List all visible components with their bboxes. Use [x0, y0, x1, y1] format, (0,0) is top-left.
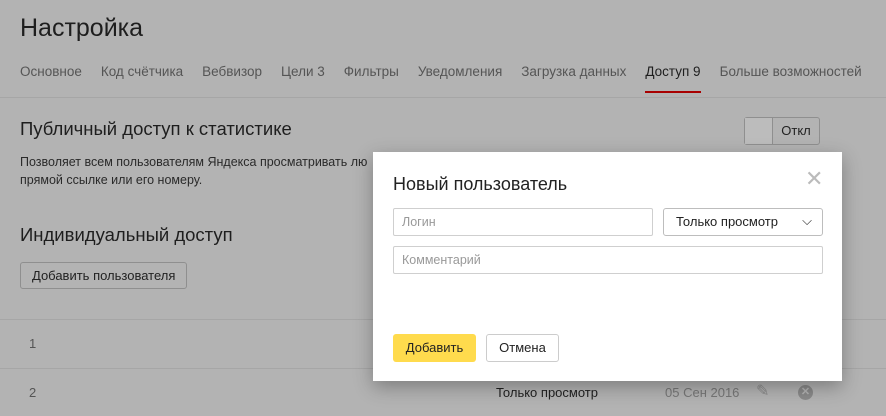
chevron-down-icon: ⌵ [802, 213, 812, 228]
edit-pencil-icon[interactable]: ✎ [756, 381, 769, 401]
login-input[interactable]: Логин [393, 208, 653, 236]
divider [0, 97, 886, 98]
close-icon[interactable]: ✕ [805, 168, 823, 190]
public-access-toggle[interactable]: Откл [744, 117, 820, 145]
public-access-heading: Публичный доступ к статистике [20, 118, 292, 139]
add-user-button[interactable]: Добавить пользователя [20, 262, 188, 289]
modal-title: Новый пользователь [393, 174, 568, 194]
access-level-value: Только просмотр [676, 214, 778, 229]
tab-counter-code[interactable]: Код счётчика [101, 64, 183, 93]
row-number: 1 [29, 336, 37, 351]
tab-notifications[interactable]: Уведомления [418, 64, 502, 93]
tab-data-upload[interactable]: Загрузка данных [521, 64, 626, 93]
tab-access[interactable]: Доступ 9 [645, 64, 701, 93]
tab-filters[interactable]: Фильтры [344, 64, 399, 93]
cancel-button[interactable]: Отмена [486, 334, 559, 362]
public-access-description-2: прямой ссылке или его номеру. [20, 173, 203, 187]
individual-access-heading: Индивидуальный доступ [20, 224, 233, 245]
delete-icon[interactable]: ✕ [798, 385, 813, 400]
row-date: 05 Сен 2016 [665, 385, 740, 400]
page-title: Настройка [20, 14, 144, 42]
comment-input[interactable]: Комментарий [393, 246, 823, 274]
add-button[interactable]: Добавить [393, 334, 476, 362]
row-access-level: Только просмотр [496, 385, 598, 400]
toggle-label: Откл [781, 123, 811, 138]
tab-main[interactable]: Основное [20, 64, 82, 93]
access-level-select[interactable]: Только просмотр ⌵ [663, 208, 823, 236]
row-number: 2 [29, 385, 37, 400]
tab-goals[interactable]: Цели 3 [281, 64, 325, 93]
tabs-bar: Основное Код счётчика Вебвизор Цели 3 Фи… [20, 64, 881, 93]
new-user-modal: Новый пользователь ✕ Логин Только просмо… [373, 152, 842, 381]
toggle-knob [745, 118, 773, 144]
tab-webvisor[interactable]: Вебвизор [202, 64, 262, 93]
public-access-description-1: Позволяет всем пользователям Яндекса про… [20, 155, 368, 169]
tab-more[interactable]: Больше возможностей [720, 64, 862, 93]
